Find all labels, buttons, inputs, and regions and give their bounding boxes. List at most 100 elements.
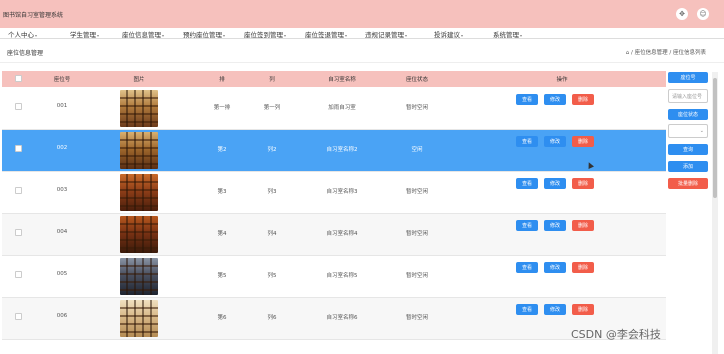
row-checkbox[interactable] [15, 271, 22, 278]
chevron-down-icon: ⌄ [699, 128, 704, 134]
seat-status: 暂时空闲 [405, 231, 428, 237]
batch-delete-button[interactable]: 批量删除 [668, 178, 708, 189]
table-row[interactable]: 005 第5 列5 自习室名称5 暂时空闲 查看 修改 删除 [2, 256, 666, 298]
menu-item-label: 座位信息管理 [122, 31, 161, 39]
delete-button[interactable]: 删除 [572, 220, 594, 231]
photo-column [126, 90, 128, 127]
seat-row: 第5 [217, 273, 227, 279]
photo-column [150, 258, 152, 295]
row-checkbox[interactable] [15, 187, 22, 194]
photo-column [150, 174, 152, 211]
th-col: 列 [269, 77, 275, 83]
photo-column [126, 300, 128, 337]
vertical-scrollbar[interactable] [712, 72, 718, 354]
photo-column [134, 132, 136, 169]
menu-item-5[interactable]: 座位签退管理▾ [305, 29, 347, 39]
select-all-checkbox[interactable] [15, 75, 22, 82]
chevron-down-icon: ▾ [405, 33, 408, 38]
seat-number-input[interactable]: 请输入座位号 [668, 89, 708, 103]
breadcrumb[interactable]: ⌂ / 座位信息管理 / 座位信息列表 [626, 48, 706, 56]
view-button[interactable]: 查看 [516, 178, 538, 189]
menu-item-1[interactable]: 学生管理▾ [70, 29, 99, 39]
chevron-down-icon: ▾ [284, 33, 287, 38]
edit-button[interactable]: 修改 [544, 136, 566, 147]
seat-photo [120, 216, 158, 253]
row-checkbox[interactable] [15, 103, 22, 110]
photo-column [134, 258, 136, 295]
table-row[interactable]: 003 第3 列3 自习室名称3 暂时空闲 查看 修改 删除 [2, 172, 666, 214]
room-name: 自习室名称5 [326, 273, 358, 279]
seat-number: 006 [56, 313, 68, 319]
photo-column [142, 216, 144, 253]
seat-status: 暂时空闲 [405, 105, 428, 111]
seat-photo [120, 258, 158, 295]
search-button[interactable]: 查询 [668, 144, 708, 155]
add-button[interactable]: 添加 [668, 161, 708, 172]
view-button[interactable]: 查看 [516, 94, 538, 105]
th-image: 图片 [133, 77, 145, 83]
delete-button[interactable]: 删除 [572, 178, 594, 189]
room-name: 自习室名称6 [326, 315, 358, 321]
menu-item-label: 学生管理 [70, 31, 96, 39]
user-icon[interactable]: ☺ [697, 8, 709, 20]
edit-button[interactable]: 修改 [544, 220, 566, 231]
menu-item-0[interactable]: 个人中心▾ [8, 29, 37, 39]
menu-item-7[interactable]: 投诉建议▾ [434, 29, 463, 39]
room-name: 自习室名称4 [326, 231, 358, 237]
delete-button[interactable]: 删除 [572, 304, 594, 315]
menu-item-3[interactable]: 预约座位管理▾ [183, 29, 225, 39]
seat-table: 座位号 图片 排 列 自习室名称 座位状态 操作 001 第一排 第一列 加雨自习室暂… [2, 71, 666, 354]
row-checkbox[interactable] [15, 229, 22, 236]
table-row[interactable]: 006 第6 列6 自习室名称6 暂时空闲 查看 修改 删除 [2, 298, 666, 340]
photo-column [126, 132, 128, 169]
menu-item-label: 座位签到管理 [244, 31, 283, 39]
seat-status: 暂时空闲 [405, 273, 428, 279]
seat-status: 暂时空闲 [405, 315, 428, 321]
table-row[interactable]: 002 第2 列2 自习室名称2 空闲 查看 修改 删除 [2, 130, 666, 172]
menu-item-label: 违规记录管理 [365, 31, 404, 39]
table-row[interactable]: 001 第一排 第一列 加雨自习室 暂时空闲 查看 修改 删除 [2, 88, 666, 130]
seat-photo [120, 90, 158, 127]
view-button[interactable]: 查看 [516, 136, 538, 147]
seat-row: 第4 [217, 231, 227, 237]
menu-item-label: 座位签退管理 [305, 31, 344, 39]
fullscreen-icon[interactable]: ✥ [676, 8, 688, 20]
row-checkbox[interactable] [15, 313, 22, 320]
delete-button[interactable]: 删除 [572, 262, 594, 273]
th-room: 自习室名称 [328, 77, 356, 83]
photo-column [126, 258, 128, 295]
chevron-down-icon: ▾ [223, 33, 226, 38]
delete-button[interactable]: 删除 [572, 94, 594, 105]
scrollbar-thumb[interactable] [713, 78, 717, 198]
row-checkbox[interactable] [15, 145, 22, 152]
photo-column [150, 132, 152, 169]
top-bar: 图书馆自习室管理系统 ✥ ☺ [0, 0, 724, 28]
chevron-down-icon: ▾ [461, 33, 464, 38]
menu-item-2[interactable]: 座位信息管理▾ [122, 29, 164, 39]
edit-button[interactable]: 修改 [544, 262, 566, 273]
seat-number: 003 [56, 187, 68, 193]
menu-item-6[interactable]: 违规记录管理▾ [365, 29, 407, 39]
edit-button[interactable]: 修改 [544, 178, 566, 189]
seat-row: 第3 [217, 189, 227, 195]
view-button[interactable]: 查看 [516, 262, 538, 273]
menu-item-4[interactable]: 座位签到管理▾ [244, 29, 286, 39]
edit-button[interactable]: 修改 [544, 304, 566, 315]
seat-row: 第6 [217, 315, 227, 321]
seat-col: 列4 [267, 231, 277, 237]
seat-col: 列2 [267, 147, 277, 153]
view-button[interactable]: 查看 [516, 304, 538, 315]
seat-number: 002 [56, 145, 68, 151]
seat-number-button[interactable]: 座位号 [668, 72, 708, 83]
table-row[interactable]: 004 第4 列4 自习室名称4 暂时空闲 查看 修改 删除 [2, 214, 666, 256]
seat-number: 004 [56, 229, 68, 235]
main-menu: 个人中心▾ 学生管理▾ 座位信息管理▾ 预约座位管理▾ 座位签到管理▾ 座位签退管理▾ 违规… [0, 28, 724, 39]
view-button[interactable]: 查看 [516, 220, 538, 231]
menu-item-8[interactable]: 系统管理▾ [493, 29, 522, 39]
seat-status-select[interactable]: ⌄ [668, 124, 708, 138]
seat-status-button[interactable]: 座位状态 [668, 109, 708, 120]
menu-item-label: 系统管理 [493, 31, 519, 39]
delete-button[interactable]: 删除 [572, 136, 594, 147]
chevron-down-icon: ▾ [162, 33, 165, 38]
edit-button[interactable]: 修改 [544, 94, 566, 105]
